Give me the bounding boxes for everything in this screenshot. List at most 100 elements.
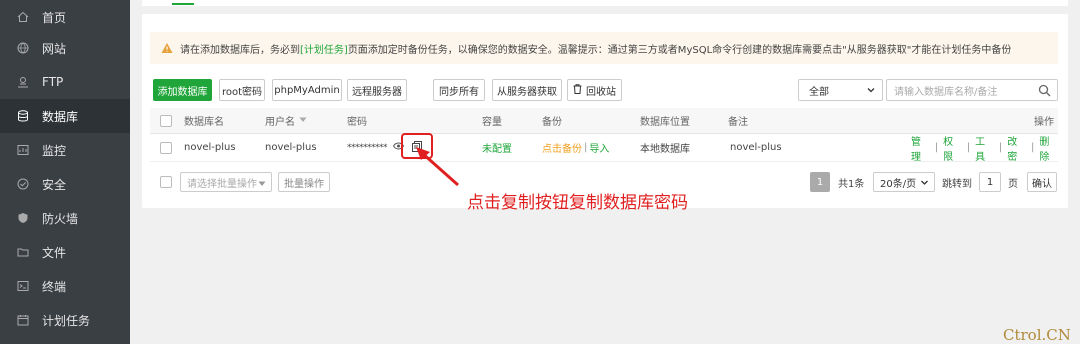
- db-location: 本地数据库: [640, 144, 690, 155]
- globe-icon: [16, 41, 30, 55]
- row-checkbox[interactable]: [160, 134, 172, 161]
- header-location: 数据库位置: [640, 117, 690, 128]
- sidebar-item-cron[interactable]: 计划任务: [0, 303, 130, 337]
- active-tab-indicator: [172, 3, 194, 5]
- filter-value: 全部: [809, 86, 829, 98]
- sidebar-item-label: 终端: [42, 279, 67, 294]
- sidebar-item-label: 网站: [42, 41, 67, 56]
- jump-page-input[interactable]: 1: [979, 172, 1001, 192]
- firewall-icon: [16, 211, 30, 225]
- sidebar-item-label: 首页: [42, 10, 67, 25]
- header-ops: 操作: [1034, 117, 1054, 128]
- page-size-select[interactable]: 20条/页: [873, 172, 935, 192]
- recycle-bin-button[interactable]: 回收站: [567, 79, 622, 101]
- sidebar: 首页 网站 FTP 数据库 监控 安全 防火墙 文件 终端 计划任务: [0, 0, 130, 344]
- home-icon: [16, 10, 30, 24]
- add-database-button[interactable]: 添加数据库: [153, 79, 212, 101]
- row-actions: 管理 | 权限 | 工具 | 改密 | 删除: [911, 133, 1058, 163]
- sync-all-button[interactable]: 同步所有: [433, 79, 485, 101]
- watermark: Ctrol.CN: [1003, 326, 1071, 344]
- table-header: 数据库名 用户名 密码 容量 备份 数据库位置 备注 操作: [150, 108, 1058, 134]
- search-placeholder: 请输入数据库名称/备注: [894, 86, 998, 98]
- sidebar-item-label: 数据库: [42, 109, 79, 124]
- notice-text-2: 页面添加定时备份任务，以确保您的数据安全。温馨提示：通过第三方或者MySQL命令…: [347, 44, 1012, 56]
- table-row: novel-plus novel-plus ********** 未配置 点击备…: [150, 133, 1058, 163]
- db-name: novel-plus: [184, 142, 236, 153]
- sidebar-item-label: 监控: [42, 143, 67, 158]
- header-name[interactable]: 数据库名: [184, 108, 224, 133]
- recycle-bin-label: 回收站: [586, 86, 616, 98]
- database-panel: 请在添加数据库后，务必到 [计划任务] 页面添加定时备份任务，以确保您的数据安全。温…: [142, 14, 1068, 208]
- sidebar-item-label: 文件: [42, 245, 67, 260]
- select-all-checkbox[interactable]: [160, 108, 172, 133]
- sidebar-item-monitor[interactable]: 监控: [0, 133, 130, 167]
- sidebar-item-files[interactable]: 文件: [0, 235, 130, 269]
- monitor-icon: [16, 143, 30, 157]
- root-password-button[interactable]: root密码: [219, 79, 265, 101]
- manage-link[interactable]: 管理: [911, 133, 930, 163]
- fetch-from-server-button[interactable]: 从服务器获取: [492, 79, 562, 101]
- sidebar-item-security[interactable]: 安全: [0, 167, 130, 201]
- page-unit: 页: [1008, 178, 1018, 190]
- db-backup: 点击备份 | 导入: [542, 134, 609, 161]
- terminal-icon: [16, 279, 30, 293]
- batch-select[interactable]: 请选择批量操作: [180, 172, 272, 192]
- trash-icon: [573, 83, 582, 97]
- db-user: novel-plus: [265, 142, 317, 153]
- backup-link[interactable]: 点击备份: [542, 140, 582, 155]
- sidebar-item-website[interactable]: 网站: [0, 31, 130, 65]
- calendar-icon: [16, 313, 30, 327]
- header-user-label: 用户名: [265, 117, 295, 128]
- batch-action-button[interactable]: 批量操作: [278, 172, 330, 192]
- delete-link[interactable]: 删除: [1039, 133, 1058, 163]
- caret-down-icon: [258, 179, 266, 190]
- search-input[interactable]: 请输入数据库名称/备注: [886, 79, 1058, 101]
- folder-icon: [16, 245, 30, 259]
- sidebar-item-firewall[interactable]: 防火墙: [0, 201, 130, 235]
- import-link[interactable]: 导入: [589, 140, 609, 155]
- chevron-down-icon: [866, 85, 876, 95]
- phpmyadmin-button[interactable]: phpMyAdmin: [272, 79, 342, 101]
- notice-banner: 请在添加数据库后，务必到 [计划任务] 页面添加定时备份任务，以确保您的数据安全。温…: [150, 32, 1058, 64]
- database-filter-select[interactable]: 全部: [798, 79, 883, 101]
- tools-link[interactable]: 工具: [975, 133, 994, 163]
- db-remark[interactable]: novel-plus: [730, 134, 782, 161]
- header-backup: 备份: [542, 117, 562, 128]
- sidebar-item-label: FTP: [42, 75, 64, 89]
- permission-link[interactable]: 权限: [943, 133, 962, 163]
- sidebar-item-label: 防火墙: [42, 211, 79, 226]
- shield-icon: [16, 177, 30, 191]
- annotation-text: 点击复制按钮复制数据库密码: [467, 193, 688, 213]
- current-page[interactable]: 1: [810, 172, 830, 192]
- chevron-down-icon: [920, 178, 929, 190]
- annotation-arrow-icon: [416, 147, 459, 187]
- top-tab-strip: [142, 0, 1068, 6]
- batch-placeholder: 请选择批量操作: [187, 178, 257, 190]
- total-count: 共1条: [838, 178, 865, 190]
- search-icon[interactable]: [1038, 84, 1051, 97]
- page-size-value: 20条/页: [880, 178, 917, 190]
- change-password-link[interactable]: 改密: [1007, 133, 1026, 163]
- sidebar-item-terminal[interactable]: 终端: [0, 269, 130, 303]
- header-user[interactable]: 用户名: [265, 108, 307, 133]
- header-capacity: 容量: [482, 117, 502, 128]
- ftp-icon: [16, 75, 30, 89]
- footer-checkbox[interactable]: [160, 172, 172, 192]
- header-password: 密码: [347, 117, 367, 128]
- header-remark: 备注: [728, 117, 748, 128]
- sidebar-item-database[interactable]: 数据库: [0, 99, 130, 133]
- backup-separator: |: [584, 142, 588, 153]
- remote-server-button[interactable]: 远程服务器: [347, 79, 407, 101]
- cron-link[interactable]: [计划任务]: [300, 41, 348, 56]
- sidebar-item-label: 计划任务: [42, 313, 91, 328]
- notice-text-1: 请在添加数据库后，务必到: [180, 44, 300, 56]
- sidebar-item-ftp[interactable]: FTP: [0, 65, 130, 99]
- sidebar-item-home[interactable]: 首页: [0, 0, 130, 34]
- warning-icon: [161, 42, 173, 54]
- db-capacity[interactable]: 未配置: [482, 134, 512, 161]
- password-masked: **********: [347, 142, 388, 153]
- sort-down-icon: [299, 115, 307, 126]
- confirm-button[interactable]: 确认: [1027, 172, 1057, 192]
- sidebar-item-label: 安全: [42, 177, 67, 192]
- jump-label: 跳转到: [942, 178, 972, 190]
